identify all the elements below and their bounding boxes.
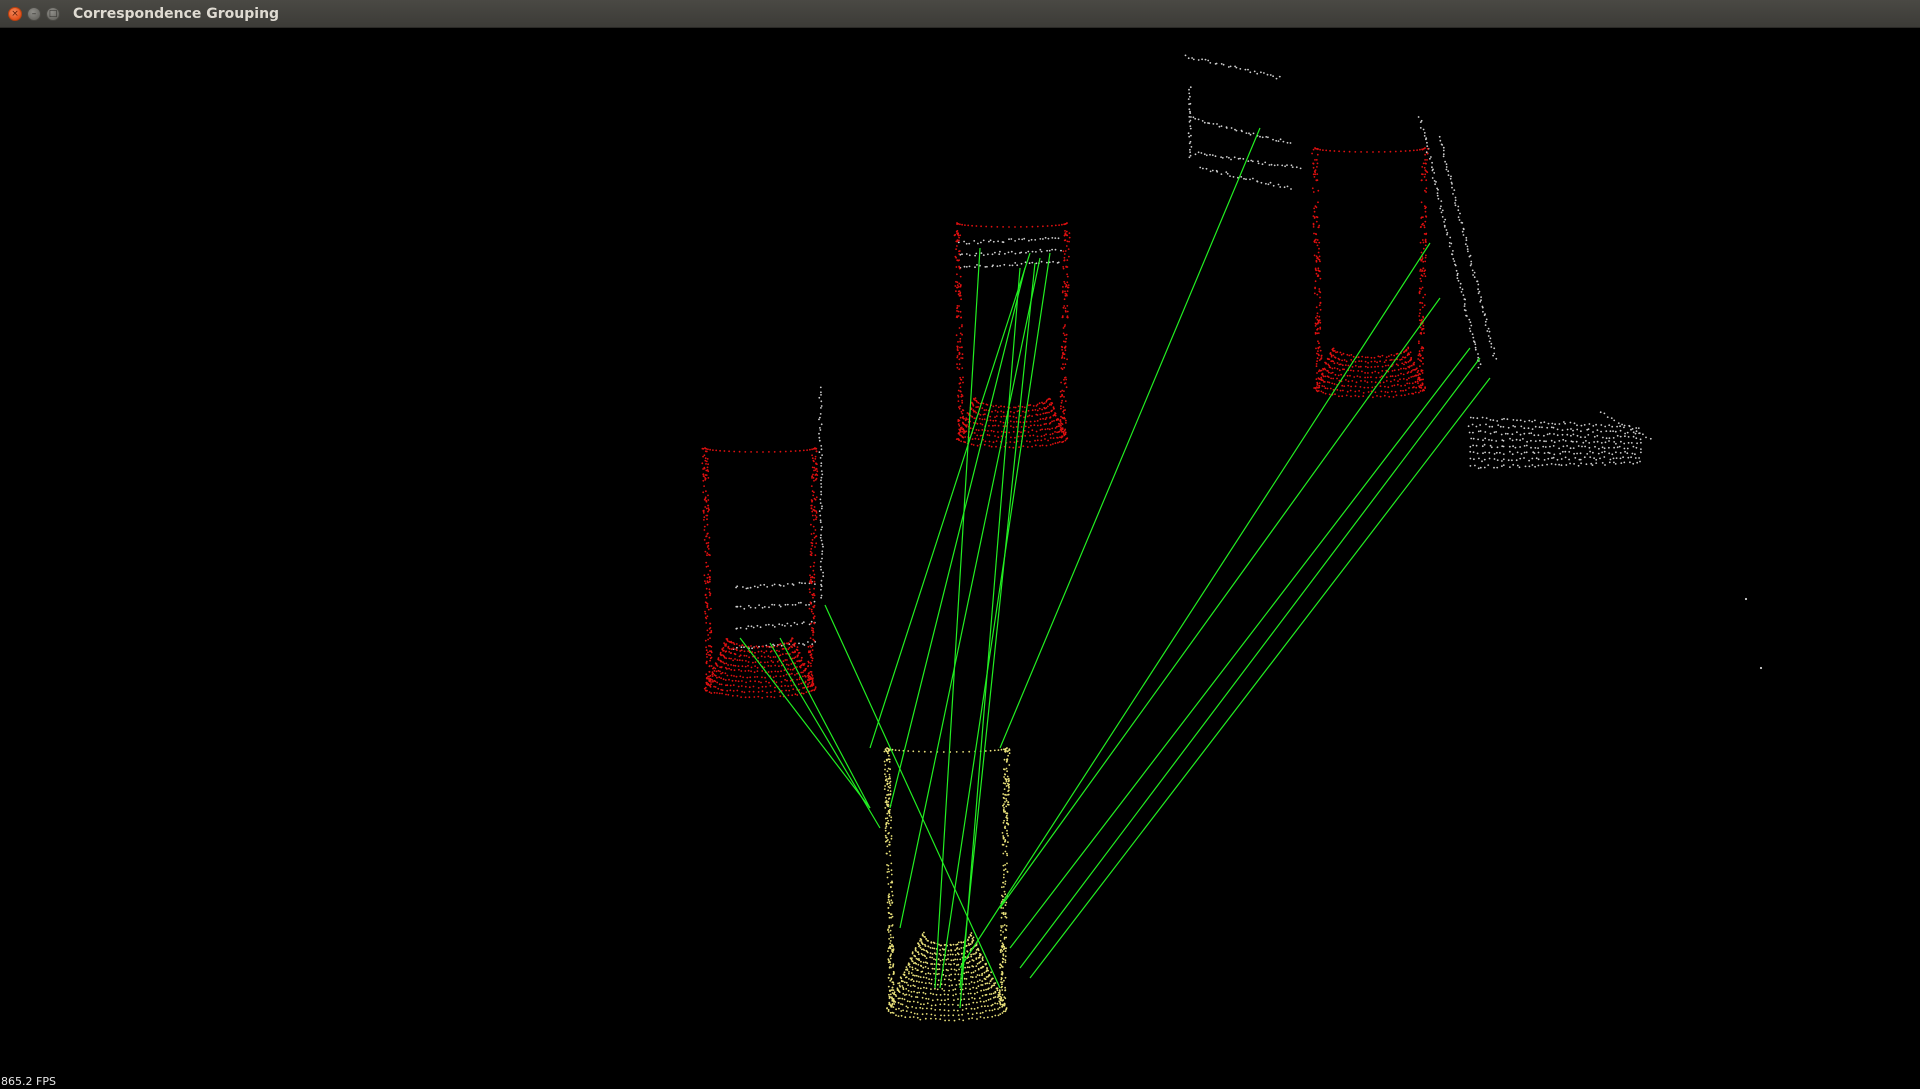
scene-point-cloud <box>732 54 1763 670</box>
close-icon: × <box>11 8 19 19</box>
3d-viewport[interactable]: 865.2 FPS <box>0 28 1920 1089</box>
pcl-visualizer-window: × – □ Correspondence Grouping 865.2 FPS <box>0 0 1920 1089</box>
window-title: Correspondence Grouping <box>73 6 280 22</box>
fps-counter: 865.2 FPS <box>1 1075 56 1088</box>
title-bar[interactable]: × – □ Correspondence Grouping <box>0 0 1920 28</box>
minimize-icon: – <box>31 8 37 19</box>
point-cloud-render <box>701 54 1763 1022</box>
minimize-button[interactable]: – <box>27 7 41 21</box>
maximize-button[interactable]: □ <box>46 7 60 21</box>
close-button[interactable]: × <box>8 7 22 21</box>
recognized-instances <box>701 147 1429 699</box>
correspondence-lines <box>739 127 1491 1009</box>
maximize-icon: □ <box>48 8 58 19</box>
